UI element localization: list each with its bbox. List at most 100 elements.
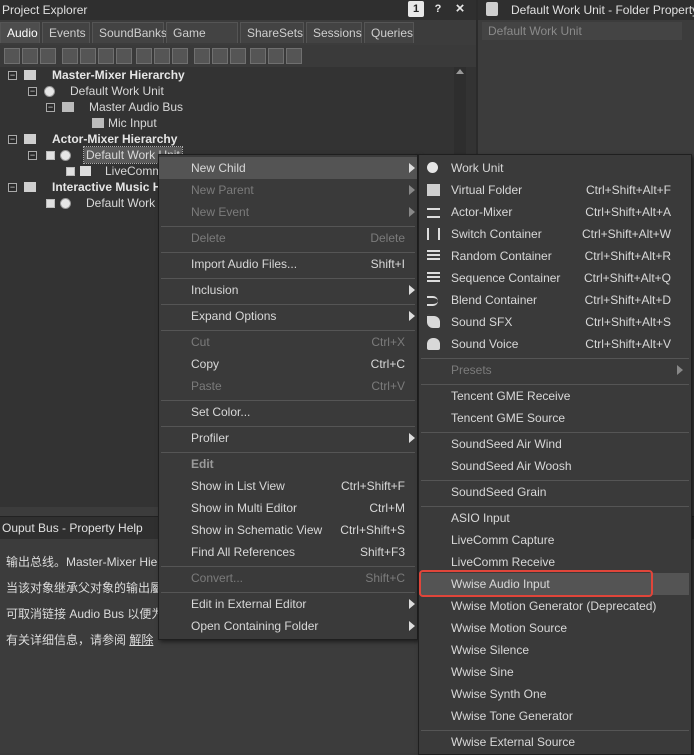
- menu-item-profiler[interactable]: Profiler: [159, 427, 417, 449]
- submenu-item-wwise-external-source[interactable]: Wwise External Source: [419, 731, 689, 753]
- menu-item-edit-in-external-editor[interactable]: Edit in External Editor: [159, 593, 417, 615]
- collapse-toggle[interactable]: −: [8, 71, 17, 80]
- submenu-item-livecomm-capture[interactable]: LiveComm Capture: [419, 529, 689, 551]
- menu-item-show-in-multi-editor[interactable]: Show in Multi Editor Ctrl+M: [159, 497, 417, 519]
- submenu-item-switch-container[interactable]: Switch Container Ctrl+Shift+Alt+W: [419, 223, 689, 245]
- menu-section-header-edit: Edit: [191, 457, 214, 471]
- menu-item-new-child[interactable]: New Child: [159, 157, 417, 179]
- tab-sharesets[interactable]: ShareSets: [240, 22, 304, 43]
- submenu-item-asio-input[interactable]: ASIO Input: [419, 507, 689, 529]
- tab-soundbanks[interactable]: SoundBanks: [92, 22, 167, 43]
- property-editor-name-field[interactable]: Default Work Unit: [482, 22, 682, 40]
- menu-item-paste[interactable]: Paste Ctrl+V: [159, 375, 417, 397]
- submenu-item-wwise-motion-generator[interactable]: Wwise Motion Generator (Deprecated): [419, 595, 689, 617]
- menu-item-expand-options[interactable]: Expand Options: [159, 305, 417, 327]
- collapse-toggle[interactable]: −: [28, 87, 37, 96]
- menu-item-open-containing-folder[interactable]: Open Containing Folder: [159, 615, 417, 637]
- list-tool-icon[interactable]: [286, 48, 302, 64]
- work-unit-icon: [44, 86, 55, 97]
- submenu-item-wwise-silence[interactable]: Wwise Silence: [419, 639, 689, 661]
- submenu-item-presets[interactable]: Presets: [419, 359, 689, 381]
- menu-item-set-color[interactable]: Set Color...: [159, 401, 417, 423]
- submenu-item-wwise-motion-source[interactable]: Wwise Motion Source: [419, 617, 689, 639]
- menu-item-label: Set Color...: [191, 405, 251, 419]
- panel-number-icon[interactable]: 1: [408, 1, 424, 17]
- menu-item-show-in-schematic-view[interactable]: Show in Schematic View Ctrl+Shift+S: [159, 519, 417, 541]
- menu-item-delete[interactable]: Delete Delete: [159, 227, 417, 249]
- submenu-item-soundseed-air-woosh[interactable]: SoundSeed Air Woosh: [419, 455, 689, 477]
- submenu-item-sequence-container[interactable]: Sequence Container Ctrl+Shift+Alt+Q: [419, 267, 689, 289]
- tree-row-master-mixer[interactable]: − Master-Mixer Hierarchy: [0, 67, 440, 83]
- collapse-toggle[interactable]: −: [8, 183, 17, 192]
- help-link[interactable]: 解除: [129, 633, 153, 647]
- collapse-toggle[interactable]: −: [46, 103, 55, 112]
- submenu-item-virtual-folder[interactable]: Virtual Folder Ctrl+Shift+Alt+F: [419, 179, 689, 201]
- checkbox[interactable]: [66, 167, 75, 176]
- tree-row-default-work-unit[interactable]: − Default Work Unit: [0, 83, 440, 99]
- work-unit-tool-icon[interactable]: [4, 48, 20, 64]
- menu-item-new-event[interactable]: New Event: [159, 201, 417, 223]
- submenu-item-random-container[interactable]: Random Container Ctrl+Shift+Alt+R: [419, 245, 689, 267]
- menu-item-import-audio-files[interactable]: Import Audio Files... Shift+I: [159, 253, 417, 275]
- menu-item-find-all-references[interactable]: Find All References Shift+F3: [159, 541, 417, 563]
- checkbox[interactable]: [46, 151, 55, 160]
- help-icon[interactable]: ?: [430, 1, 446, 17]
- playlist-tool-icon[interactable]: [250, 48, 266, 64]
- track-tool-icon[interactable]: [230, 48, 246, 64]
- folder-tool-icon[interactable]: [22, 48, 38, 64]
- tab-audio[interactable]: Audio: [0, 22, 40, 43]
- menu-item-cut[interactable]: Cut Ctrl+X: [159, 331, 417, 353]
- submenu-item-soundseed-air-wind[interactable]: SoundSeed Air Wind: [419, 433, 689, 455]
- submenu-item-wwise-audio-input[interactable]: Wwise Audio Input: [419, 573, 689, 595]
- menu-item-shortcut: Shift+C: [365, 571, 405, 585]
- menu-item-label: Tencent GME Source: [451, 411, 566, 425]
- grid-tool-icon[interactable]: [80, 48, 96, 64]
- submenu-item-soundseed-grain[interactable]: SoundSeed Grain: [419, 481, 689, 503]
- tab-game-syncs[interactable]: Game Syncs: [166, 22, 238, 61]
- submenu-item-actor-mixer[interactable]: Actor-Mixer Ctrl+Shift+Alt+A: [419, 201, 689, 223]
- tab-queries[interactable]: Queries: [364, 22, 414, 43]
- actor-mixer-tool-icon[interactable]: [40, 48, 56, 64]
- checkbox[interactable]: [46, 199, 55, 208]
- submenu-arrow-icon: [409, 285, 415, 295]
- tree-row-actor-mixer[interactable]: − Actor-Mixer Hierarchy: [0, 131, 440, 147]
- collapse-toggle[interactable]: −: [28, 151, 37, 160]
- menu-item-label: New Child: [191, 161, 246, 175]
- tab-events[interactable]: Events: [42, 22, 90, 43]
- submenu-item-wwise-tone-generator[interactable]: Wwise Tone Generator: [419, 705, 689, 727]
- submenu-item-work-unit[interactable]: Work Unit: [419, 157, 689, 179]
- submenu-item-blend-container[interactable]: Blend Container Ctrl+Shift+Alt+D: [419, 289, 689, 311]
- submenu-item-livecomm-receive[interactable]: LiveComm Receive: [419, 551, 689, 573]
- tab-sessions[interactable]: Sessions: [306, 22, 362, 43]
- close-icon[interactable]: ×: [452, 1, 468, 17]
- tree-row-mic-input[interactable]: Mic Input: [0, 115, 440, 131]
- menu-item-inclusion[interactable]: Inclusion: [159, 279, 417, 301]
- submenu-item-tencent-gme-source[interactable]: Tencent GME Source: [419, 407, 689, 429]
- menu-item-label: Sequence Container: [451, 271, 561, 285]
- blend-tool-icon[interactable]: [136, 48, 152, 64]
- menu-item-label: Random Container: [451, 249, 552, 263]
- collapse-toggle[interactable]: −: [8, 135, 17, 144]
- submenu-arrow-icon: [409, 599, 415, 609]
- pin-icon[interactable]: [486, 2, 498, 16]
- switch-tool-icon[interactable]: [116, 48, 132, 64]
- tree-row-master-audio-bus[interactable]: − Master Audio Bus: [0, 99, 440, 115]
- sequence-tool-icon[interactable]: [268, 48, 284, 64]
- submenu-item-wwise-sine[interactable]: Wwise Sine: [419, 661, 689, 683]
- mixer-tool-icon[interactable]: [62, 48, 78, 64]
- voice-tool-icon[interactable]: [172, 48, 188, 64]
- menu-item-convert[interactable]: Convert... Shift+C: [159, 567, 417, 589]
- menu-item-show-in-list-view[interactable]: Show in List View Ctrl+Shift+F: [159, 475, 417, 497]
- music-tool-icon[interactable]: [194, 48, 210, 64]
- submenu-item-wwise-synth-one[interactable]: Wwise Synth One: [419, 683, 689, 705]
- segment-tool-icon[interactable]: [212, 48, 228, 64]
- scroll-up-icon[interactable]: [456, 69, 464, 74]
- menu-item-label: Sound Voice: [451, 337, 519, 351]
- submenu-item-tencent-gme-receive[interactable]: Tencent GME Receive: [419, 385, 689, 407]
- menu-item-copy[interactable]: Copy Ctrl+C: [159, 353, 417, 375]
- menu-item-new-parent[interactable]: New Parent: [159, 179, 417, 201]
- sfx-tool-icon[interactable]: [154, 48, 170, 64]
- submenu-item-sound-voice[interactable]: Sound Voice Ctrl+Shift+Alt+V: [419, 333, 689, 355]
- submenu-item-sound-sfx[interactable]: Sound SFX Ctrl+Shift+Alt+S: [419, 311, 689, 333]
- bus-tool-icon[interactable]: [98, 48, 114, 64]
